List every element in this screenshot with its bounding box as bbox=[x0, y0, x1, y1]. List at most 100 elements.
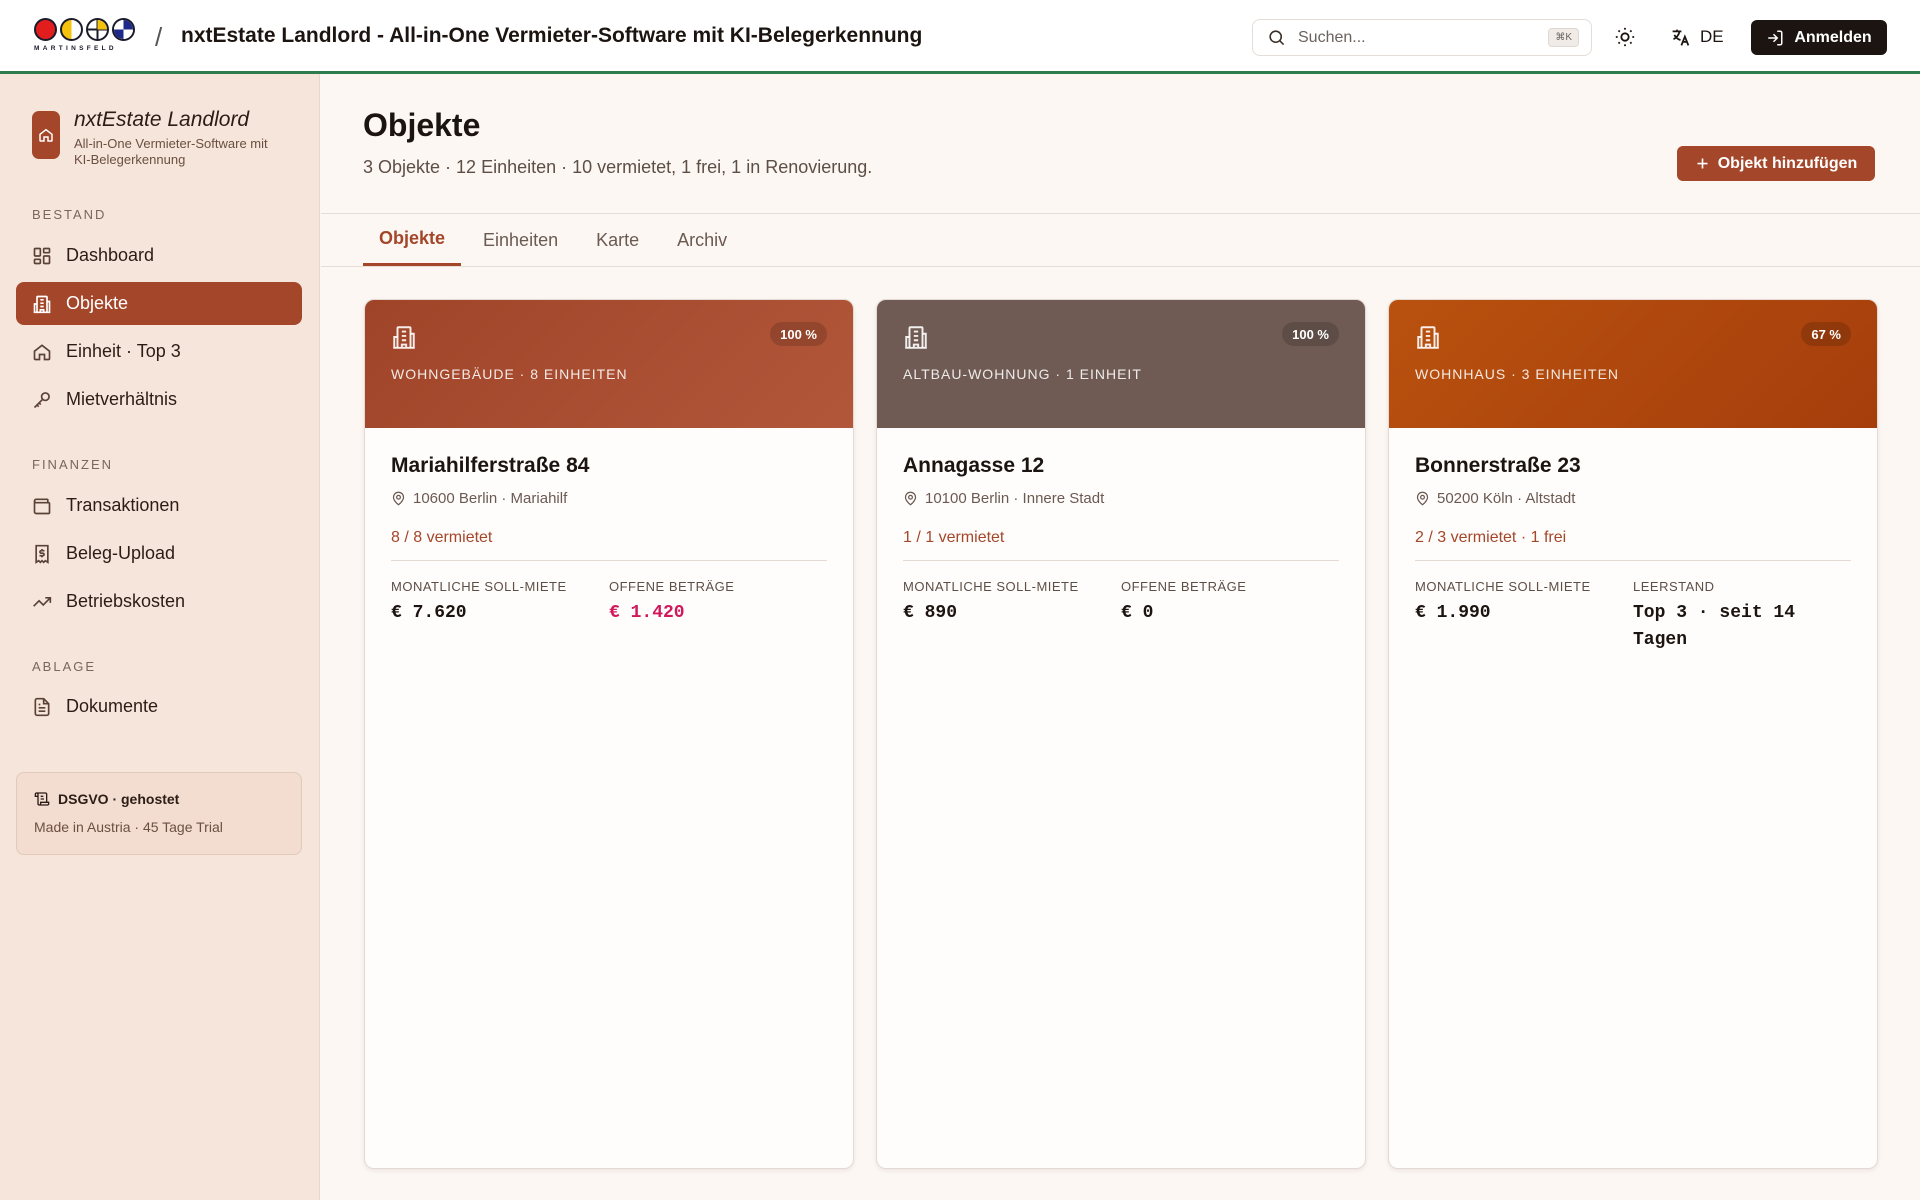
sidebar-item-label: Beleg-Upload bbox=[66, 543, 176, 563]
home-icon bbox=[39, 128, 53, 142]
search-input[interactable]: Suchen... ⌘K bbox=[1252, 19, 1592, 56]
map-pin-icon bbox=[392, 491, 405, 506]
login-label: Anmelden bbox=[1794, 28, 1872, 46]
notice-subtitle: Made in Austria · 45 Tage Trial bbox=[34, 819, 223, 835]
sidebar-item-label: Einheit · Top 3 bbox=[66, 341, 181, 361]
occupancy-badge: 67 % bbox=[1801, 322, 1851, 346]
search-placeholder: Suchen... bbox=[1298, 28, 1366, 46]
stat-label: OFFENE BETRÄGE bbox=[1121, 579, 1247, 594]
sidebar-item-transaktionen[interactable]: Transaktionen bbox=[16, 484, 302, 527]
open-amounts-value: € 1.420 bbox=[609, 603, 685, 623]
building-icon bbox=[33, 295, 51, 313]
tab-einheiten[interactable]: Einheiten bbox=[467, 214, 574, 266]
brand-name: nxtEstate Landlord bbox=[74, 108, 250, 131]
stat-label: MONATLICHE SOLL-MIETE bbox=[1415, 579, 1591, 594]
translate-icon bbox=[1672, 29, 1690, 46]
sidebar-item-dashboard[interactable]: Dashboard bbox=[16, 234, 302, 277]
map-pin-icon bbox=[1416, 491, 1429, 506]
receipt-icon bbox=[35, 544, 49, 564]
property-address[interactable]: Mariahilferstraße 84 bbox=[391, 454, 827, 478]
sidebar: nxtEstate Landlord All-in-One Vermieter-… bbox=[0, 74, 320, 1200]
add-property-label: Objekt hinzufügen bbox=[1717, 154, 1858, 172]
vacancy-value: Top 3 · seit 14 Tagen bbox=[1633, 603, 1796, 650]
sidebar-item-label: Dokumente bbox=[66, 696, 159, 716]
property-card-header: 67 % WOHNHAUS · 3 EINHEITEN bbox=[1389, 300, 1877, 428]
breadcrumb-separator: / bbox=[155, 22, 163, 52]
theme-toggle-button[interactable] bbox=[1612, 24, 1638, 50]
language-switcher[interactable]: DE bbox=[1670, 24, 1724, 50]
brand[interactable]: nxtEstate Landlord All-in-One Vermieter-… bbox=[32, 108, 274, 168]
property-kind: WOHNGEBÄUDE · 8 EINHEITEN bbox=[391, 366, 628, 382]
occupancy-text: 2 / 3 vermietet · 1 frei bbox=[1415, 529, 1851, 561]
section-label-bestand: BESTAND bbox=[32, 207, 107, 222]
property-card[interactable]: 100 % WOHNGEBÄUDE · 8 EINHEITEN Mariahil… bbox=[364, 299, 854, 1169]
sidebar-item-label: Mietverhältnis bbox=[66, 389, 178, 409]
section-label-ablage: ABLAGE bbox=[32, 659, 97, 674]
property-card[interactable]: 100 % ALTBAU-WOHNUNG · 1 EINHEIT Annagas… bbox=[876, 299, 1366, 1169]
map-pin-icon bbox=[904, 491, 917, 506]
building-icon bbox=[905, 326, 927, 349]
dsgvo-notice: DSGVO · gehostet Made in Austria · 45 Ta… bbox=[16, 772, 302, 855]
brand-logo bbox=[32, 111, 60, 159]
stat-label: MONATLICHE SOLL-MIETE bbox=[903, 579, 1079, 594]
home-icon bbox=[33, 343, 51, 360]
brand-subtitle: All-in-One Vermieter-Software mit KI-Bel… bbox=[74, 136, 268, 167]
tab-bar: Objekte Einheiten Karte Archiv bbox=[363, 214, 749, 266]
property-location: 10100 Berlin · Innere Stadt bbox=[903, 490, 1339, 507]
property-card-header: 100 % ALTBAU-WOHNUNG · 1 EINHEIT bbox=[877, 300, 1365, 428]
document-icon bbox=[34, 697, 50, 716]
location-text: 10600 Berlin · Mariahilf bbox=[413, 490, 568, 507]
add-property-button[interactable]: Objekt hinzufügen bbox=[1677, 146, 1875, 181]
page-subtitle: 3 Objekte · 12 Einheiten · 10 vermietet,… bbox=[363, 157, 873, 177]
open-amounts-value: € 0 bbox=[1121, 603, 1154, 623]
monthly-rent-value: € 890 bbox=[903, 603, 958, 623]
tab-karte[interactable]: Karte bbox=[580, 214, 655, 266]
plus-icon bbox=[1697, 158, 1708, 169]
section-label-finanzen: FINANZEN bbox=[32, 457, 113, 472]
tab-archiv[interactable]: Archiv bbox=[661, 214, 743, 266]
stat-label: LEERSTAND bbox=[1633, 579, 1715, 594]
monthly-rent-value: € 1.990 bbox=[1415, 603, 1491, 623]
trend-icon bbox=[33, 596, 52, 607]
wallet-icon bbox=[33, 498, 51, 514]
monthly-rent-value: € 7.620 bbox=[391, 603, 467, 623]
tab-objekte[interactable]: Objekte bbox=[363, 214, 462, 266]
property-address[interactable]: Bonnerstraße 23 bbox=[1415, 454, 1851, 478]
sidebar-item-dokumente[interactable]: Dokumente bbox=[16, 685, 302, 728]
sidebar-item-objekte[interactable]: Objekte bbox=[16, 282, 302, 325]
property-card-header: 100 % WOHNGEBÄUDE · 8 EINHEITEN bbox=[365, 300, 853, 428]
property-card[interactable]: 67 % WOHNHAUS · 3 EINHEITEN Bonnerstraße… bbox=[1388, 299, 1878, 1169]
building-icon bbox=[393, 326, 415, 349]
sidebar-item-label: Dashboard bbox=[66, 245, 155, 265]
app-title: nxtEstate Landlord - All-in-One Vermiete… bbox=[181, 24, 923, 47]
property-kind: ALTBAU-WOHNUNG · 1 EINHEIT bbox=[903, 366, 1142, 382]
property-location: 50200 Köln · Altstadt bbox=[1415, 490, 1851, 507]
key-icon bbox=[33, 391, 50, 408]
martinsfeld-logo[interactable]: MARTINSFELD bbox=[34, 18, 138, 58]
sun-icon bbox=[1615, 27, 1635, 47]
sidebar-item-label: Transaktionen bbox=[66, 495, 180, 515]
sidebar-item-mietverhaeltnis[interactable]: Mietverhältnis bbox=[16, 378, 302, 421]
property-address[interactable]: Annagasse 12 bbox=[903, 454, 1339, 478]
property-location: 10600 Berlin · Mariahilf bbox=[391, 490, 827, 507]
scroll-icon bbox=[34, 792, 50, 806]
location-text: 10100 Berlin · Innere Stadt bbox=[925, 490, 1105, 507]
sidebar-item-betriebskosten[interactable]: Betriebskosten bbox=[16, 580, 302, 623]
search-shortcut-badge: ⌘K bbox=[1548, 28, 1579, 47]
sidebar-item-beleg-upload[interactable]: Beleg-Upload bbox=[16, 532, 302, 575]
main-content: Objekte 3 Objekte · 12 Einheiten · 10 ve… bbox=[321, 77, 1920, 1200]
stat-label: OFFENE BETRÄGE bbox=[609, 579, 735, 594]
login-icon bbox=[1768, 30, 1783, 45]
occupancy-badge: 100 % bbox=[770, 322, 827, 346]
location-text: 50200 Köln · Altstadt bbox=[1437, 490, 1576, 507]
property-kind: WOHNHAUS · 3 EINHEITEN bbox=[1415, 366, 1620, 382]
logo-wordmark: MARTINSFELD bbox=[34, 45, 117, 52]
sidebar-item-label: Betriebskosten bbox=[66, 591, 186, 611]
occupancy-text: 1 / 1 vermietet bbox=[903, 529, 1339, 561]
sidebar-item-einheit[interactable]: Einheit · Top 3 bbox=[16, 330, 302, 373]
login-button[interactable]: Anmelden bbox=[1751, 20, 1887, 55]
notice-title: DSGVO · gehostet bbox=[58, 791, 180, 807]
search-icon bbox=[1269, 30, 1285, 46]
page-title: Objekte bbox=[363, 107, 481, 143]
grid-icon bbox=[33, 247, 51, 264]
